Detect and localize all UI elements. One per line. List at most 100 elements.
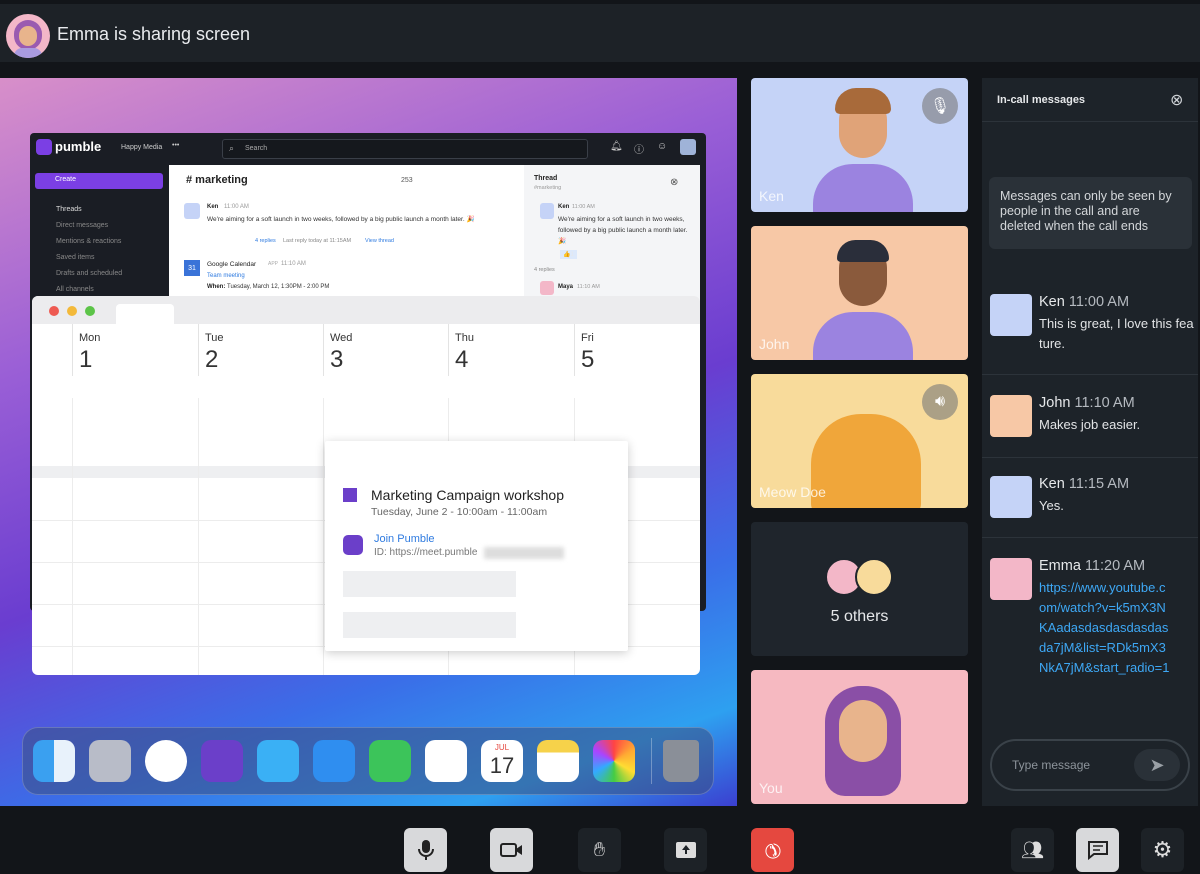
calendar-tab[interactable]	[116, 304, 174, 324]
end-call-button[interactable]: ✆	[751, 828, 794, 872]
microphone-button[interactable]	[404, 828, 447, 872]
user-avatar[interactable]	[680, 139, 696, 155]
chat-message: Emma 11:20 AM https://www.youtube.com/wa…	[990, 558, 1194, 728]
msg-time: 11:10 AM	[281, 261, 306, 267]
ken-avatar	[184, 203, 200, 219]
participant-tile-ken[interactable]: 🎙︎ Ken	[751, 78, 968, 212]
pumble-logo-text: pumble	[55, 139, 102, 154]
reminders-icon[interactable]	[425, 740, 467, 782]
message-input[interactable]: Type message ➤	[990, 739, 1190, 791]
calendar-window: Mon 1 Tue 2 Wed 3 Thu 4 Fri 5 Marketing Campa…	[32, 296, 700, 675]
day-wed[interactable]: Wed 3	[323, 324, 449, 376]
msg-author: Ken	[207, 204, 219, 210]
sidebar-item-saved[interactable]: Saved items	[56, 254, 95, 261]
participants-button[interactable]: 👥︎	[1011, 828, 1054, 872]
create-label: Create	[55, 176, 77, 183]
launchpad-icon[interactable]	[89, 740, 131, 782]
trash-icon[interactable]	[663, 740, 699, 782]
day-thu[interactable]: Thu 4	[448, 324, 574, 376]
placeholder-field	[343, 612, 516, 638]
msg-time: 11:20 AM	[1084, 558, 1146, 574]
participant-tile-others[interactable]: 5 others	[751, 522, 968, 656]
pumble-app-icon[interactable]	[201, 740, 243, 782]
close-thread-icon[interactable]: ⊗	[670, 177, 678, 188]
day-fri[interactable]: Fri 5	[574, 324, 700, 376]
day-mon[interactable]: Mon 1	[72, 324, 198, 376]
hang-up-icon: ✆	[758, 835, 786, 864]
mail-icon[interactable]	[313, 740, 355, 782]
when-value: Tuesday, March 12, 1:30PM - 2:00 PM	[227, 284, 330, 290]
safari-icon[interactable]	[145, 740, 187, 782]
create-button[interactable]: Create	[35, 173, 163, 189]
raise-hand-button[interactable]: ✋︎	[578, 828, 621, 872]
event-link[interactable]: Team meeting	[207, 273, 245, 279]
reaction[interactable]: 👍1	[560, 250, 577, 259]
msg-link[interactable]: https://www.youtube.com/watch?v=k5mX3NKA…	[1039, 578, 1171, 678]
placeholder-field	[343, 571, 516, 597]
thread-text: We're aiming for a soft launch in two we…	[558, 216, 688, 245]
chat-message: Ken 11:15 AM Yes.	[990, 476, 1194, 521]
settings-button[interactable]: ⚙︎	[1141, 828, 1184, 872]
msg-time: 11:00 AM	[1068, 294, 1130, 310]
day-num: 1	[79, 346, 93, 373]
day-num: 5	[581, 346, 595, 373]
finder-icon[interactable]	[33, 740, 75, 782]
google-calendar-icon: 31	[184, 260, 200, 276]
sidebar-item-mentions[interactable]: Mentions & reactions	[56, 238, 121, 245]
msg-text: We're aiming for a soft launch in two we…	[207, 216, 475, 223]
emoji-icon[interactable]: ☺	[657, 141, 667, 152]
chat-notice: Messages can only be seen by people in t…	[989, 177, 1192, 249]
day-num: 2	[205, 346, 219, 373]
hand-icon: ✋︎	[593, 838, 606, 861]
ken-avatar	[540, 203, 554, 219]
msg-author: Google Calendar	[207, 261, 257, 268]
thread-title: Thread	[534, 175, 558, 182]
msg-author: Ken	[1039, 294, 1065, 310]
participant-name: Meow Doe	[759, 484, 826, 500]
event-color-swatch	[343, 488, 357, 502]
other-avatar	[855, 558, 893, 596]
view-thread-link[interactable]: View thread	[365, 238, 394, 244]
maximize-window-button[interactable]	[85, 306, 95, 316]
others-count: 5 others	[830, 608, 889, 625]
msg-text: Makes job easier.	[1039, 417, 1141, 432]
participant-tile-you[interactable]: You	[751, 670, 968, 804]
day-name: Tue	[205, 332, 224, 344]
sidebar-item-threads[interactable]: Threads	[56, 206, 82, 213]
workspace-name[interactable]: Happy Media	[121, 144, 162, 151]
workspace-more[interactable]: •••	[172, 142, 179, 149]
bell-icon[interactable]: 🔔︎	[610, 141, 623, 152]
chat-button[interactable]	[1076, 828, 1119, 872]
member-count[interactable]: 253	[401, 177, 413, 184]
photos-icon[interactable]	[593, 740, 635, 782]
thread-time: 11:00 AM	[572, 204, 595, 210]
sidebar-item-drafts[interactable]: Drafts and scheduled	[56, 270, 122, 277]
day-tue[interactable]: Tue 2	[198, 324, 324, 376]
messages-icon[interactable]	[257, 740, 299, 782]
sidebar-item-dms[interactable]: Direct messages	[56, 222, 108, 229]
day-num: 4	[455, 346, 469, 373]
facetime-icon[interactable]	[369, 740, 411, 782]
notes-icon[interactable]	[537, 740, 579, 782]
close-window-button[interactable]	[49, 306, 59, 316]
minimize-window-button[interactable]	[67, 306, 77, 316]
msg-text: This is great, I love this feature.	[1039, 316, 1194, 351]
in-call-messages-panel: In-call messages ⊗ Messages can only be …	[982, 78, 1198, 806]
participant-tile-meow-doe[interactable]: 🔊︎ Meow Doe	[751, 374, 968, 508]
replies-link[interactable]: 4 replies	[255, 238, 276, 244]
share-screen-button[interactable]	[664, 828, 707, 872]
camera-icon	[499, 843, 522, 857]
join-pumble-link[interactable]: Join Pumble	[374, 533, 435, 545]
participant-name: Ken	[759, 188, 784, 204]
close-chat-icon[interactable]: ⊗	[1170, 90, 1183, 110]
msg-time: 11:00 AM	[224, 204, 249, 210]
calendar-app-icon[interactable]: JUL 17	[481, 740, 523, 782]
send-icon[interactable]: ➤	[1134, 749, 1180, 781]
pumble-search[interactable]: ⌕ Search	[222, 139, 588, 159]
sidebar-item-channels[interactable]: All channels	[56, 286, 94, 293]
event-title: Marketing Campaign workshop	[371, 487, 564, 503]
pumble-logo-icon	[36, 139, 52, 155]
help-icon[interactable]: ⓘ	[634, 141, 644, 156]
participant-tile-john[interactable]: John	[751, 226, 968, 360]
camera-button[interactable]	[490, 828, 533, 872]
